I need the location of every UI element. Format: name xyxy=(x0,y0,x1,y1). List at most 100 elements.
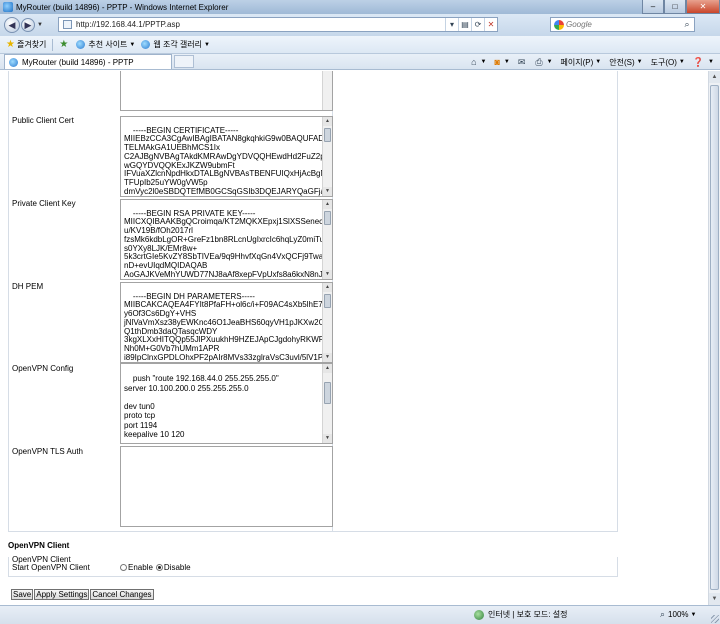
feeds-button[interactable]: ◙ ▼ xyxy=(494,57,509,67)
help-button[interactable]: ❓ ▼ xyxy=(693,57,714,68)
textarea-scrollbar[interactable]: ▲ ▼ xyxy=(322,283,332,362)
home-button[interactable]: ⌂ ▼ xyxy=(471,57,486,67)
scroll-up-icon[interactable]: ▲ xyxy=(709,71,720,83)
dh-pem-textarea[interactable]: -----BEGIN DH PARAMETERS----- MIIBCAKCAQ… xyxy=(120,282,333,363)
scroll-down-icon[interactable]: ▼ xyxy=(323,270,332,279)
scroll-up-icon[interactable]: ▲ xyxy=(323,200,332,209)
chevron-down-icon: ▼ xyxy=(129,41,136,48)
rss-icon: ◙ xyxy=(494,57,500,67)
page-menu[interactable]: 페이지(P) ▼ xyxy=(561,57,602,68)
private-client-key-textarea[interactable]: -----BEGIN RSA PRIVATE KEY----- MIICXQIB… xyxy=(120,199,333,280)
compatibility-view-icon[interactable]: ▤ xyxy=(458,18,471,31)
forward-button[interactable]: ▶ xyxy=(21,18,35,32)
ie-page-icon xyxy=(76,40,86,49)
back-button[interactable]: ◀ xyxy=(4,17,20,33)
public-client-cert-value[interactable]: -----BEGIN CERTIFICATE----- MIIEBzCCA3Cg… xyxy=(124,126,332,196)
safety-menu-label: 안전(S) xyxy=(609,57,635,67)
print-button[interactable]: ⎙ ▼ xyxy=(535,57,552,68)
command-bar: ⌂ ▼ ◙ ▼ ✉ ⎙ ▼ 페이지(P) ▼ 안전(S) ▼ 도구(O) ▼ ❓ ▼ xyxy=(463,54,714,70)
scroll-up-icon[interactable]: ▲ xyxy=(323,364,332,373)
mail-icon: ✉ xyxy=(517,56,526,67)
chevron-down-icon: ▼ xyxy=(690,611,697,618)
refresh-icon[interactable]: ⟳ xyxy=(471,18,484,31)
disable-radio-option[interactable]: Disable xyxy=(155,563,191,572)
save-button[interactable]: Save xyxy=(11,589,34,600)
scroll-down-icon[interactable]: ▼ xyxy=(323,187,332,196)
suggested-sites-link[interactable]: 추천 사이트 ▼ xyxy=(76,39,135,50)
scroll-thumb[interactable] xyxy=(324,294,331,308)
search-icon[interactable]: ⌕ xyxy=(680,19,694,30)
search-input[interactable] xyxy=(564,18,680,31)
scroll-up-icon[interactable]: ▲ xyxy=(323,283,332,292)
page-icon xyxy=(63,20,72,29)
add-to-favorites-icon: ★ xyxy=(59,39,69,50)
internet-zone-icon xyxy=(474,609,484,620)
disable-radio[interactable] xyxy=(155,564,163,571)
apply-settings-button[interactable]: Apply Settings xyxy=(34,589,90,600)
web-slice-gallery-label: 웹 조각 갤러리 xyxy=(153,40,202,49)
scroll-down-icon[interactable]: ▼ xyxy=(323,353,332,362)
textarea-scrollbar[interactable] xyxy=(322,71,332,110)
address-bar[interactable]: http://192.168.44.1/PPTP.asp ▾ ▤ ⟳ ✕ xyxy=(58,17,498,32)
close-icon[interactable]: ✕ xyxy=(686,0,720,14)
scroll-down-icon[interactable]: ▼ xyxy=(709,593,720,605)
start-openvpn-client-radio-group: Enable Disable xyxy=(120,563,194,572)
scroll-thumb[interactable] xyxy=(324,211,331,225)
security-zone-label: 인터넷 | 보호 모드: 설정 xyxy=(488,610,568,619)
openvpn-config-textarea[interactable]: push "route 192.168.44.0 255.255.255.0" … xyxy=(120,363,333,444)
chevron-down-icon: ▼ xyxy=(203,41,210,48)
textarea-scrollbar[interactable]: ▲ ▼ xyxy=(322,200,332,279)
navigation-bar: ◀ ▶ ▼ http://192.168.44.1/PPTP.asp ▾ ▤ ⟳… xyxy=(0,14,720,36)
read-mail-button[interactable]: ✉ xyxy=(518,57,528,68)
textarea-scrollbar[interactable]: ▲ ▼ xyxy=(322,364,332,443)
previous-textarea[interactable] xyxy=(120,71,333,111)
history-dropdown-icon[interactable]: ▼ xyxy=(37,22,43,28)
openvpn-tls-auth-textarea[interactable] xyxy=(120,446,333,527)
start-openvpn-client-label: Start OpenVPN Client xyxy=(12,563,90,572)
chevron-down-icon: ▼ xyxy=(595,59,602,65)
textarea-scrollbar[interactable]: ▲ ▼ xyxy=(322,117,332,196)
favorites-separator xyxy=(52,38,54,51)
public-client-cert-textarea[interactable]: -----BEGIN CERTIFICATE----- MIIEBzCCA3Cg… xyxy=(120,116,333,197)
resize-grip[interactable] xyxy=(711,615,719,623)
tools-menu[interactable]: 도구(O) ▼ xyxy=(651,57,685,68)
private-client-key-value[interactable]: -----BEGIN RSA PRIVATE KEY----- MIICXQIB… xyxy=(124,209,332,279)
scroll-down-icon[interactable]: ▼ xyxy=(323,434,332,443)
window-title-bar: MyRouter (build 14896) - PPTP - Windows … xyxy=(0,0,720,14)
openvpn-tls-auth-label: OpenVPN TLS Auth xyxy=(12,447,84,456)
dh-pem-label: DH PEM xyxy=(12,282,44,291)
cancel-changes-button[interactable]: Cancel Changes xyxy=(90,589,154,600)
new-tab-button[interactable] xyxy=(174,55,194,68)
openvpn-config-value[interactable]: push "route 192.168.44.0 255.255.255.0" … xyxy=(124,374,279,443)
enable-radio-option[interactable]: Enable xyxy=(120,563,153,572)
dh-pem-value[interactable]: -----BEGIN DH PARAMETERS----- MIIBCAKCAQ… xyxy=(124,292,332,362)
address-dropdown-icon[interactable]: ▾ xyxy=(445,18,458,31)
page-scrollbar[interactable]: ▲ ▼ xyxy=(708,71,720,605)
search-box[interactable]: ⌕ xyxy=(550,17,695,32)
zoom-icon: ⌕ xyxy=(660,609,666,619)
zoom-level: 100% xyxy=(668,610,689,619)
ie-page-icon xyxy=(141,40,151,49)
favorites-button[interactable]: ★ 즐겨찾기 xyxy=(6,39,46,50)
tab-pptp[interactable]: MyRouter (build 14896) - PPTP xyxy=(4,54,172,69)
page-menu-label: 페이지(P) xyxy=(560,57,594,67)
scroll-up-icon[interactable]: ▲ xyxy=(323,117,332,126)
maximize-icon[interactable]: □ xyxy=(664,0,686,14)
address-url[interactable]: http://192.168.44.1/PPTP.asp xyxy=(76,20,445,29)
safety-menu[interactable]: 안전(S) ▼ xyxy=(609,57,642,68)
stop-icon[interactable]: ✕ xyxy=(484,18,497,31)
add-favorite-button[interactable]: ★ xyxy=(59,39,70,50)
chevron-down-icon: ▼ xyxy=(480,59,487,65)
public-client-cert-label: Public Client Cert xyxy=(12,116,74,125)
page-scroll-thumb[interactable] xyxy=(710,85,719,590)
scroll-thumb[interactable] xyxy=(324,128,331,142)
security-zone[interactable]: 인터넷 | 보호 모드: 설정 xyxy=(474,609,567,620)
enable-radio[interactable] xyxy=(120,564,127,571)
private-client-key-label: Private Client Key xyxy=(12,199,76,208)
window-title: MyRouter (build 14896) - PPTP - Windows … xyxy=(16,2,229,12)
zoom-control[interactable]: ⌕ 100% ▼ xyxy=(660,609,696,620)
web-slice-gallery-link[interactable]: 웹 조각 갤러리 ▼ xyxy=(141,39,210,50)
minimize-icon[interactable]: – xyxy=(642,0,664,14)
scroll-thumb[interactable] xyxy=(324,382,331,404)
ie-page-icon xyxy=(9,57,18,67)
